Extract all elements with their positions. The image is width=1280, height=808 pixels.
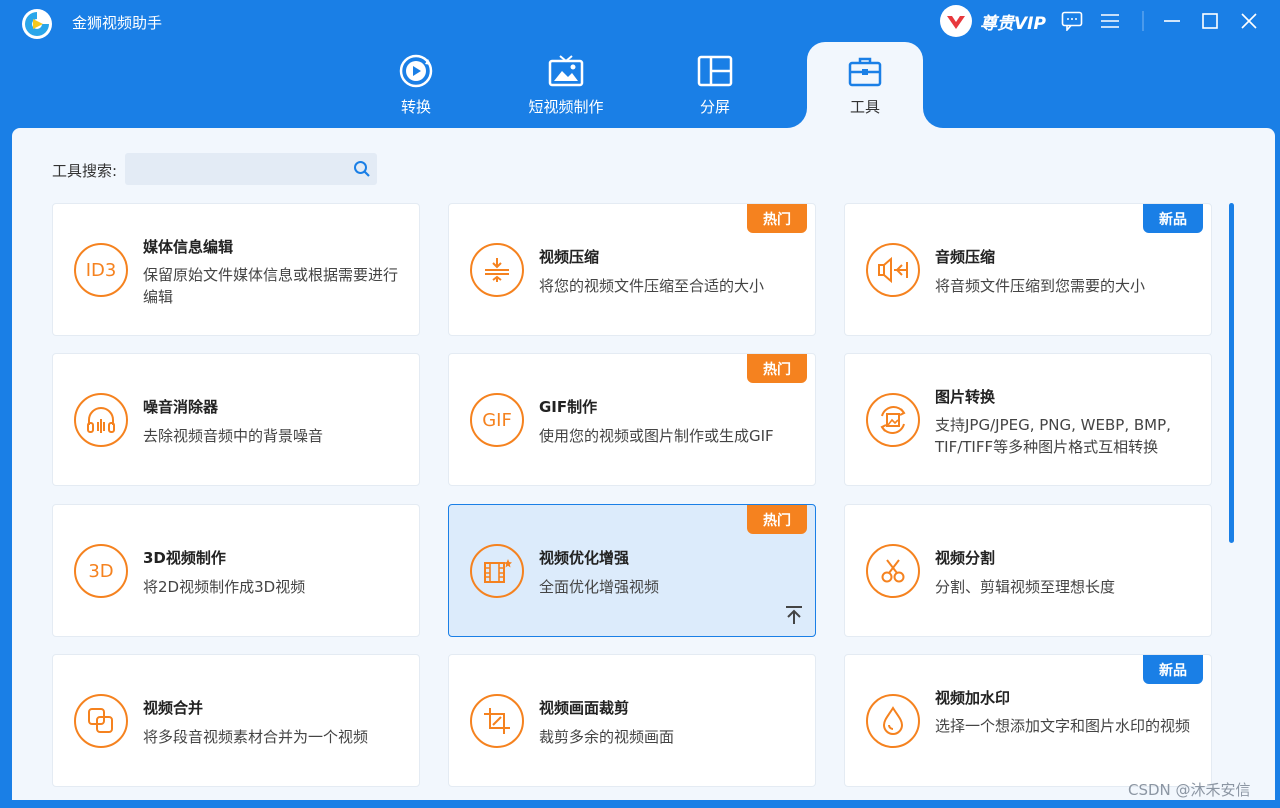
merge-icon xyxy=(74,694,128,748)
tool-title: 视频优化增强 xyxy=(539,549,630,567)
vip-label: 尊贵VIP xyxy=(980,13,1046,34)
tool-card-gif-maker[interactable]: 热门 GIF GIF制作 使用您的视频或图片制作或生成GIF xyxy=(448,353,816,486)
tool-card-video-watermark[interactable]: 新品 视频加水印 选择一个想添加文字和图片水印的视频 xyxy=(844,654,1212,787)
short-video-icon xyxy=(547,52,585,90)
split-screen-icon xyxy=(696,52,734,90)
feedback-icon[interactable] xyxy=(1059,8,1085,34)
audio-compress-icon xyxy=(866,243,920,297)
gif-icon: GIF xyxy=(470,393,524,447)
tool-card-video-merge[interactable]: 视频合并 将多段音视频素材合并为一个视频 xyxy=(52,654,420,787)
tool-desc: 将音频文件压缩到您需要的大小 xyxy=(935,277,1146,295)
title-bar: 金狮视频助手 尊贵VIP xyxy=(0,0,1280,42)
tool-desc: 保留原始文件媒体信息或根据需要进行编辑 xyxy=(143,266,399,306)
tool-desc: 去除视频音频中的背景噪音 xyxy=(143,427,324,445)
headphones-icon xyxy=(74,393,128,447)
minimize-icon[interactable] xyxy=(1159,8,1185,34)
tab-tools[interactable]: 工具 xyxy=(807,42,923,128)
tool-title: 媒体信息编辑 xyxy=(143,238,234,256)
search-label: 工具搜索: xyxy=(52,162,118,180)
watermark-text: CSDN @沐禾安信 xyxy=(1128,781,1251,799)
tab-label: 短视频制作 xyxy=(528,98,604,116)
tool-card-image-convert[interactable]: 图片转换 支持JPG/JPEG, PNG, WEBP, BMP, TIF/TIF… xyxy=(844,353,1212,486)
tool-title: 噪音消除器 xyxy=(143,398,219,416)
tab-convert[interactable]: 转换 xyxy=(358,42,474,128)
vip-crown-icon xyxy=(940,5,972,37)
tool-card-video-split[interactable]: 视频分割 分割、剪辑视频至理想长度 xyxy=(844,504,1212,637)
tool-card-video-crop[interactable]: 视频画面裁剪 裁剪多余的视频画面 xyxy=(448,654,816,787)
tool-desc: 支持JPG/JPEG, PNG, WEBP, BMP, TIF/TIFF等多种图… xyxy=(935,416,1171,456)
tool-card-media-info[interactable]: ID3 媒体信息编辑 保留原始文件媒体信息或根据需要进行编辑 xyxy=(52,203,420,336)
3d-icon: 3D xyxy=(74,544,128,598)
hot-badge: 热门 xyxy=(747,354,807,383)
tool-desc: 将2D视频制作成3D视频 xyxy=(143,578,306,596)
scissors-icon xyxy=(866,544,920,598)
tool-title: 视频压缩 xyxy=(539,248,600,266)
divider xyxy=(1130,8,1156,34)
image-convert-icon xyxy=(866,393,920,447)
tab-curve-right xyxy=(923,108,943,128)
tab-label: 工具 xyxy=(849,98,880,116)
scrollbar[interactable] xyxy=(1229,203,1234,543)
tool-title: 视频加水印 xyxy=(935,689,1011,707)
app-title: 金狮视频助手 xyxy=(72,14,163,32)
close-icon[interactable] xyxy=(1236,8,1262,34)
hot-badge: 热门 xyxy=(747,505,807,534)
watermark-drop-icon xyxy=(866,694,920,748)
tool-desc: 选择一个想添加文字和图片水印的视频 xyxy=(935,717,1191,735)
tool-title: 视频分割 xyxy=(935,549,996,567)
hot-badge: 热门 xyxy=(747,204,807,233)
search-input[interactable] xyxy=(125,153,345,185)
tool-card-video-enhance[interactable]: 热门 视频优化增强 全面优化增强视频 xyxy=(448,504,816,637)
compress-icon xyxy=(470,243,524,297)
maximize-icon[interactable] xyxy=(1197,8,1223,34)
id3-icon: ID3 xyxy=(74,243,128,297)
tool-title: 3D视频制作 xyxy=(143,549,226,567)
tool-card-3d-video[interactable]: 3D 3D视频制作 将2D视频制作成3D视频 xyxy=(52,504,420,637)
tool-card-noise-remover[interactable]: 噪音消除器 去除视频音频中的背景噪音 xyxy=(52,353,420,486)
new-badge: 新品 xyxy=(1143,655,1203,684)
tools-panel: 工具搜索: ID3 媒体信息编辑 保留原始文件媒体信息或根据需要进行编辑 热门 … xyxy=(12,128,1275,800)
toolbox-icon xyxy=(846,52,884,90)
pin-to-top-icon[interactable] xyxy=(783,604,805,626)
new-badge: 新品 xyxy=(1143,204,1203,233)
tool-desc: 分割、剪辑视频至理想长度 xyxy=(935,578,1116,596)
tab-curve-left xyxy=(787,108,807,128)
tab-split-screen[interactable]: 分屏 xyxy=(657,42,773,128)
app-logo-icon xyxy=(20,7,54,41)
tool-title: 视频合并 xyxy=(143,699,204,717)
tool-desc: 裁剪多余的视频画面 xyxy=(539,728,675,746)
convert-icon xyxy=(397,52,435,90)
tool-title: 音频压缩 xyxy=(935,248,996,266)
enhance-icon xyxy=(470,544,524,598)
tool-title: GIF制作 xyxy=(539,398,598,416)
tool-title: 视频画面裁剪 xyxy=(539,699,630,717)
tool-desc: 将您的视频文件压缩至合适的大小 xyxy=(539,277,765,295)
tool-desc: 全面优化增强视频 xyxy=(539,578,660,596)
tool-card-video-compress[interactable]: 热门 视频压缩 将您的视频文件压缩至合适的大小 xyxy=(448,203,816,336)
tab-short-video[interactable]: 短视频制作 xyxy=(508,42,624,128)
tab-label: 转换 xyxy=(400,98,431,116)
search-box xyxy=(125,153,377,185)
search-icon[interactable] xyxy=(353,160,371,178)
crop-icon xyxy=(470,694,524,748)
tool-title: 图片转换 xyxy=(935,388,996,406)
vip-button[interactable]: 尊贵VIP xyxy=(940,5,1046,37)
tool-desc: 将多段音视频素材合并为一个视频 xyxy=(143,728,369,746)
tool-desc: 使用您的视频或图片制作或生成GIF xyxy=(539,427,774,445)
menu-icon[interactable] xyxy=(1097,8,1123,34)
tab-label: 分屏 xyxy=(699,98,730,116)
tool-card-audio-compress[interactable]: 新品 音频压缩 将音频文件压缩到您需要的大小 xyxy=(844,203,1212,336)
